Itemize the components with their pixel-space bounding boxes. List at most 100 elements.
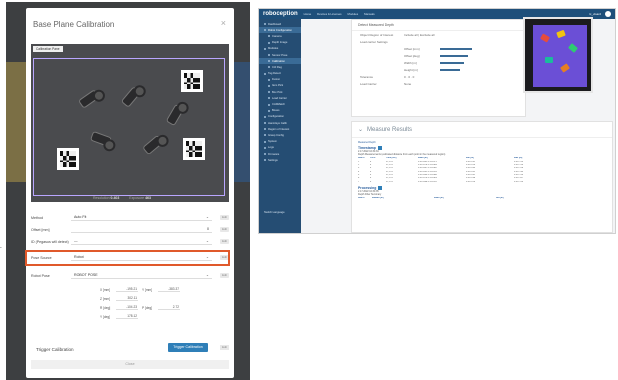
camera-tab[interactable]: Calibration Pane xyxy=(33,46,63,52)
bullet-icon xyxy=(268,103,270,106)
section-description: Depth Measurements (estimated distance f… xyxy=(358,153,446,157)
slider-bar[interactable] xyxy=(440,54,468,57)
card-header[interactable]: Detect Measured Depth xyxy=(352,20,525,31)
field-label: Method xyxy=(31,215,43,220)
sidebar-item-label: Robot Configuration xyxy=(268,28,292,32)
bullet-icon xyxy=(264,140,266,143)
setting-row: Object Region of Interest Include all | E… xyxy=(352,31,525,38)
camera-thumbnail[interactable] xyxy=(523,17,593,93)
sidebar-item-label: Grasp Config xyxy=(268,133,284,137)
card-header[interactable]: ⌄ Measure Results xyxy=(352,122,612,138)
sidebar-item-label: Depth Image xyxy=(272,41,288,45)
field-label: Robot Pose xyxy=(31,273,50,278)
bullet-icon xyxy=(264,134,266,137)
table-cell: 7 xyxy=(358,180,360,183)
chevron-down-icon: ⌄ xyxy=(205,273,209,277)
calibration-screenshot: Base Plane Calibration × Calibration Pan… xyxy=(6,2,250,380)
bullet-icon xyxy=(264,128,266,131)
setting-value[interactable]: 0 · 0 · 0 xyxy=(404,75,440,79)
pose-row: Z [mm] 302.11 xyxy=(100,294,210,303)
bullet-icon xyxy=(268,91,270,94)
slider-bar[interactable] xyxy=(440,68,460,71)
user-name: rc_visard xyxy=(588,12,601,16)
robot-pose-select[interactable]: ROBOT POSE ⌄ xyxy=(71,272,212,279)
slider-bar[interactable] xyxy=(440,47,472,50)
edit-button[interactable]: Edit xyxy=(220,227,229,232)
sidebar-item-label: Region of Interest xyxy=(268,127,290,131)
edit-button[interactable]: Edit xyxy=(220,345,229,350)
bullet-icon xyxy=(264,122,266,125)
close-button[interactable]: Close xyxy=(31,360,229,369)
slider-bar[interactable] xyxy=(440,61,464,64)
chevron-down-icon: ⌄ xyxy=(205,239,209,243)
results-table: Row # Col # Time [ms] Mean [m] Min [m] Max [m… xyxy=(358,157,606,184)
edit-button[interactable]: Edit xyxy=(220,273,229,278)
pose-label: Y [mm] xyxy=(142,287,153,292)
pose-label: Y [deg] xyxy=(100,314,111,319)
pose-value[interactable]: -104.23 xyxy=(116,305,138,310)
setting-value[interactable]: Include all | Exclude all xyxy=(404,33,440,37)
bullet-icon xyxy=(264,29,266,32)
sidebar-item-label: Ctrl Reg xyxy=(272,65,282,69)
field-label: ID (Pegasus will detect) xyxy=(31,239,69,244)
bullet-icon xyxy=(268,78,270,81)
nav-link[interactable]: Devices & Licenses xyxy=(317,12,341,16)
setting-value[interactable]: Width [m] xyxy=(404,61,440,65)
bullet-icon xyxy=(268,66,270,69)
avatar[interactable] xyxy=(605,11,611,17)
pose-value[interactable]: 2.72 xyxy=(158,305,180,310)
setting-label: Object Region of Interest xyxy=(360,32,394,37)
bullet-icon xyxy=(264,72,266,75)
offset-input[interactable]: 0 xyxy=(71,226,212,233)
edit-button[interactable]: Edit xyxy=(220,239,229,244)
nav-link[interactable]: Home xyxy=(304,12,311,16)
setting-value[interactable]: None xyxy=(404,82,440,86)
nav-link[interactable]: Manuals xyxy=(364,12,375,16)
setting-value[interactable]: Offset [mm] xyxy=(404,47,440,51)
bullet-icon xyxy=(268,54,270,57)
status-item: Resolution 0.403 xyxy=(93,196,120,200)
close-icon[interactable]: × xyxy=(221,18,226,28)
aruco-marker-icon xyxy=(183,138,205,160)
table-cell: 4 xyxy=(370,180,372,183)
column-header: Row # xyxy=(358,197,365,200)
pose-row: X [mm] -195.21 Y [mm] -383.37 xyxy=(100,285,210,294)
edit-button[interactable]: Edit xyxy=(220,215,229,220)
pose-value[interactable]: -195.21 xyxy=(116,287,138,292)
pose-values: X [mm] -195.21 Y [mm] -383.37 Z [mm] 302… xyxy=(100,285,210,321)
table-cell: 0.312488 0.312470 xyxy=(418,180,437,183)
pose-value[interactable]: 178.12 xyxy=(116,314,138,319)
bullet-icon xyxy=(264,115,266,118)
setting-row: Tolerance 0 · 0 · 0 xyxy=(352,73,525,80)
setting-value[interactable]: Offset [deg] xyxy=(404,54,440,58)
setting-value[interactable]: Height [m] xyxy=(404,68,440,72)
sidebar-item[interactable]: Settings xyxy=(259,157,301,163)
sidebar-item-label: Camera xyxy=(272,34,282,38)
pose-value[interactable]: 302.11 xyxy=(116,296,138,301)
sidebar-item-label: Tag Detect xyxy=(268,72,281,76)
calibration-modal: Base Plane Calibration × Calibration Pan… xyxy=(25,8,234,378)
id-select[interactable]: — ⌄ xyxy=(71,238,212,245)
method-select[interactable]: Auto Fit ⌄ xyxy=(71,214,212,221)
nav-link[interactable]: Modules xyxy=(348,12,359,16)
offset-row: Offset [mm] 0 Edit xyxy=(31,226,229,233)
sidebar-footer[interactable]: Switch Language xyxy=(259,209,301,215)
highlight-box xyxy=(25,250,230,266)
column-header: Std [m] xyxy=(496,197,504,200)
results-body: Measured Depth Timestamp 2.17.2022 10:34… xyxy=(352,138,612,204)
chevron-down-icon: ⌄ xyxy=(205,215,209,219)
bullet-icon xyxy=(268,109,270,112)
setting-row: Offset [mm] xyxy=(352,45,525,52)
trigger-calibration-button[interactable]: Trigger Calibration xyxy=(168,343,208,352)
setting-label: Load Carrier xyxy=(360,81,377,86)
bullet-icon xyxy=(264,159,266,162)
background-panel xyxy=(232,62,250,182)
pose-row: Y [deg] 178.12 xyxy=(100,312,210,321)
pose-value[interactable]: -383.37 xyxy=(158,287,180,292)
column-header: Median [m] xyxy=(372,197,384,200)
bullet-icon xyxy=(268,41,270,44)
pose-label: Z [mm] xyxy=(100,296,110,301)
sidebar: Dashboard Robot Configuration Camera Depth … xyxy=(259,19,301,233)
sidebar-item-label: Sensor Pose xyxy=(272,53,288,57)
background-panel xyxy=(6,62,26,182)
